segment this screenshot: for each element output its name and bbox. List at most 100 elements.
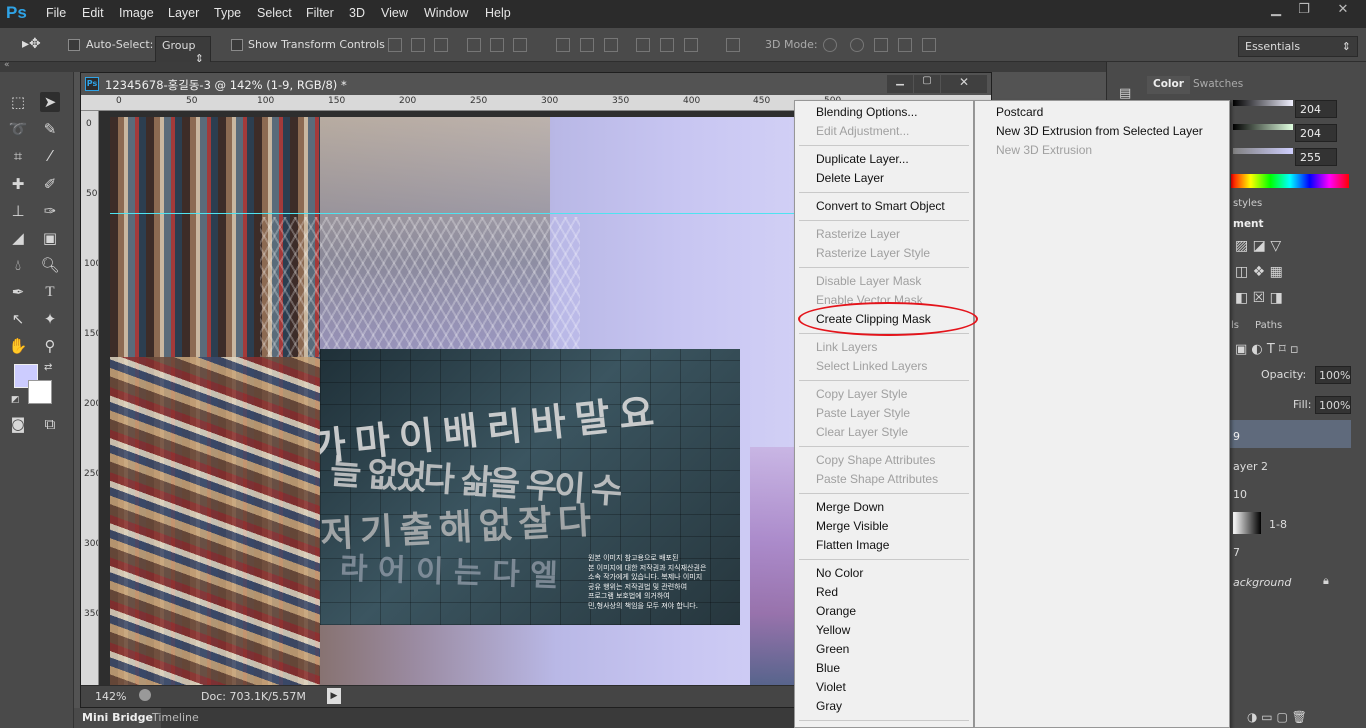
quick-select-tool-icon[interactable]: ✎ [40, 119, 60, 139]
tab-paths[interactable]: Paths [1255, 320, 1282, 331]
menu-item-red[interactable]: Red [816, 585, 838, 599]
close-icon[interactable]: ✕ [1324, 2, 1362, 22]
layer-name[interactable]: 1-8 [1269, 518, 1287, 531]
move-tool-icon[interactable]: ▸✥ [22, 36, 41, 52]
layer-name[interactable]: 7 [1233, 546, 1240, 559]
tab-color[interactable]: Color [1147, 76, 1190, 94]
restore-icon[interactable]: ❐ [1290, 2, 1318, 22]
align-left-icon[interactable] [467, 38, 481, 52]
swap-colors-icon[interactable]: ⇄ [44, 362, 52, 373]
menu-item-no-color[interactable]: No Color [816, 566, 863, 580]
brush-tool-icon[interactable]: ✐ [40, 174, 60, 194]
minimize-icon[interactable]: ▁ [1262, 2, 1290, 22]
color-r-input[interactable]: 204 [1295, 100, 1337, 118]
healing-brush-icon[interactable]: ✚ [8, 174, 28, 194]
menu-3d[interactable]: 3D [349, 6, 365, 20]
menu-item-orange[interactable]: Orange [816, 604, 856, 618]
default-colors-icon[interactable]: ◩ [11, 395, 20, 405]
distribute-bottom-icon[interactable] [604, 38, 618, 52]
collapse-left-icon[interactable]: « [4, 60, 10, 70]
menu-item-blue[interactable]: Blue [816, 661, 840, 675]
tab-styles-fragment[interactable]: styles [1233, 198, 1262, 209]
color-slider-g[interactable] [1233, 124, 1293, 130]
menu-help[interactable]: Help [485, 6, 511, 20]
eyedropper-tool-icon[interactable]: ⁄ [40, 146, 60, 166]
gradient-tool-icon[interactable]: ▣ [40, 228, 60, 248]
menu-layer[interactable]: Layer [168, 6, 199, 20]
tab-swatches[interactable]: Swatches [1193, 78, 1243, 90]
history-brush-icon[interactable]: ✑ [40, 201, 60, 221]
menu-item-merge-visible[interactable]: Merge Visible [816, 519, 888, 533]
3d-scale-icon[interactable] [922, 38, 936, 52]
zoom-level[interactable]: 142% [95, 690, 126, 703]
menu-item-delete-layer[interactable]: Delete Layer [816, 171, 884, 185]
marquee-tool-icon[interactable]: ⬚ [8, 92, 28, 112]
background-color-swatch[interactable] [28, 380, 52, 404]
menu-window[interactable]: Window [424, 6, 468, 20]
3d-slide-icon[interactable] [898, 38, 912, 52]
opacity-input[interactable]: 100% [1315, 366, 1351, 384]
doc-maximize-icon[interactable]: ▢ [914, 75, 940, 93]
status-info-icon[interactable] [139, 689, 151, 701]
menu-item-gray[interactable]: Gray [816, 699, 842, 713]
image-canvas[interactable]: 가 마 이 배 리 바 말 요 늘 없었다 삶을 우이 수 저 기 출 해 없 … [110, 117, 830, 685]
color-b-input[interactable]: 255 [1295, 148, 1337, 166]
layer-name[interactable]: ackground [1233, 576, 1291, 589]
menu-item-merge-down[interactable]: Merge Down [816, 500, 884, 514]
eraser-tool-icon[interactable]: ◢ [8, 228, 28, 248]
tab-timeline[interactable]: Timeline [146, 708, 205, 728]
menu-file[interactable]: File [46, 6, 66, 20]
tab-layers-fragment[interactable]: ls [1231, 320, 1239, 331]
color-spectrum-bar[interactable] [1231, 174, 1349, 188]
guide-line[interactable] [110, 213, 830, 214]
menu-item-violet[interactable]: Violet [816, 680, 846, 694]
fill-input[interactable]: 100% [1315, 396, 1351, 414]
quick-mask-icon[interactable]: ◙ [8, 414, 28, 434]
lasso-tool-icon[interactable]: ➰ [8, 119, 28, 139]
menu-select[interactable]: Select [257, 6, 292, 20]
menu-item-duplicate-layer[interactable]: Duplicate Layer... [816, 152, 909, 166]
layer-mask-thumbnail[interactable] [1233, 512, 1261, 534]
menu-filter[interactable]: Filter [306, 6, 334, 20]
distribute-hcenter-icon[interactable] [660, 38, 674, 52]
layer-name[interactable]: 10 [1233, 488, 1247, 501]
3d-roll-icon[interactable] [850, 38, 864, 52]
history-panel-icon[interactable]: ▤ [1119, 86, 1131, 101]
adjustment-icons-row[interactable]: ◧ ☒ ◨ [1235, 290, 1283, 306]
align-vcenter-icon[interactable] [411, 38, 425, 52]
align-top-icon[interactable] [388, 38, 402, 52]
hand-tool-icon[interactable]: ✋ [8, 336, 28, 356]
color-slider-b[interactable] [1233, 148, 1293, 154]
workspace-dropdown[interactable]: Essentials ⇕ [1238, 36, 1358, 57]
auto-select-checkbox[interactable] [68, 39, 80, 51]
layer-name[interactable]: ayer 2 [1233, 460, 1268, 473]
menu-image[interactable]: Image [119, 6, 154, 20]
menu-item-yellow[interactable]: Yellow [816, 623, 850, 637]
clone-stamp-icon[interactable]: ⊥ [8, 201, 28, 221]
crop-tool-icon[interactable]: ⌗ [8, 146, 28, 166]
align-hcenter-icon[interactable] [490, 38, 504, 52]
menu-item-blending-options[interactable]: Blending Options... [816, 105, 917, 119]
screen-mode-icon[interactable]: ⧉ [40, 414, 60, 434]
color-g-input[interactable]: 204 [1295, 124, 1337, 142]
doc-close-icon[interactable]: ✕ [941, 75, 987, 93]
move-tool-icon[interactable]: ➤ [40, 92, 60, 112]
ruler-vertical[interactable]: 0 50 100 150 200 250 300 350 [81, 111, 99, 685]
color-slider-r[interactable] [1233, 100, 1293, 106]
show-transform-checkbox[interactable] [231, 39, 243, 51]
align-bottom-icon[interactable] [434, 38, 448, 52]
menu-item-flatten-image[interactable]: Flatten Image [816, 538, 889, 552]
shape-tool-icon[interactable]: ✦ [40, 309, 60, 329]
3d-rotate-icon[interactable] [823, 38, 837, 52]
menu-edit[interactable]: Edit [82, 6, 104, 20]
pen-tool-icon[interactable]: ✒ [8, 282, 28, 302]
align-right-icon[interactable] [513, 38, 527, 52]
layer-filter-icons[interactable]: ▣ ◐ T ⌑ ▫ [1235, 342, 1299, 357]
adjustment-icons-row[interactable]: ▨ ◪ ▽ [1235, 238, 1281, 254]
layer-name[interactable]: 9 [1233, 430, 1240, 443]
menu-type[interactable]: Type [214, 6, 241, 20]
layer-bottom-icons[interactable]: ◑ ▭ ▢ 🗑︎ [1247, 710, 1307, 724]
menu-item-green[interactable]: Green [816, 642, 849, 656]
distribute-left-icon[interactable] [636, 38, 650, 52]
layer-row-selected[interactable] [1227, 420, 1351, 448]
